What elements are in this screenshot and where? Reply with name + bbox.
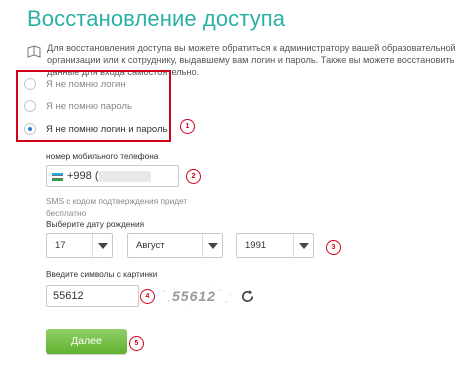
captcha-text: 55612 [172, 288, 216, 304]
day-select[interactable]: 17 [46, 233, 113, 258]
radio-button-selected[interactable] [24, 123, 36, 135]
redacted-phone-number [99, 171, 151, 182]
next-button[interactable]: Далее [46, 329, 127, 354]
phone-input[interactable]: +998 ( 90 [46, 165, 179, 187]
captcha-image: 55612 [163, 287, 231, 305]
birth-date-label: Выберите дату рождения [46, 219, 145, 229]
radio-label: Я не помню пароль [46, 100, 132, 112]
page-title: Восстановление доступа [27, 6, 286, 31]
month-value: Август [136, 240, 165, 251]
captcha-input[interactable]: 55612 [46, 285, 139, 307]
refresh-icon[interactable] [240, 289, 255, 304]
radio-forgot-login[interactable]: Я не помню логин [24, 76, 126, 92]
radio-label: Я не помню логин [46, 78, 126, 90]
step-badge-4: 4 [140, 289, 155, 304]
captcha-label: Введите символы с картинки [46, 269, 158, 279]
year-value: 1991 [245, 240, 267, 251]
month-select[interactable]: Август [127, 233, 223, 258]
radio-forgot-login-and-password[interactable]: Я не помню логин и пароль [24, 121, 167, 137]
chevron-down-icon [98, 243, 108, 249]
uzbekistan-flag-icon [52, 173, 63, 181]
step-badge-2: 2 [186, 169, 201, 184]
chevron-down-icon [299, 243, 309, 249]
step-badge-3: 3 [326, 240, 341, 255]
radio-button[interactable] [24, 78, 36, 90]
radio-button[interactable] [24, 100, 36, 112]
chevron-down-icon [208, 243, 218, 249]
step-badge-1: 1 [180, 119, 195, 134]
sms-note: SMS с кодом подтверждения придет бесплат… [46, 196, 188, 218]
captcha-input-value: 55612 [53, 290, 84, 302]
year-select[interactable]: 1991 [236, 233, 314, 258]
day-value: 17 [55, 240, 66, 251]
step-badge-5: 5 [129, 336, 144, 351]
radio-label: Я не помню логин и пароль [46, 123, 168, 135]
radio-forgot-password[interactable]: Я не помню пароль [24, 98, 132, 114]
book-icon [27, 45, 41, 58]
phone-label: номер мобильного телефона [46, 151, 159, 161]
